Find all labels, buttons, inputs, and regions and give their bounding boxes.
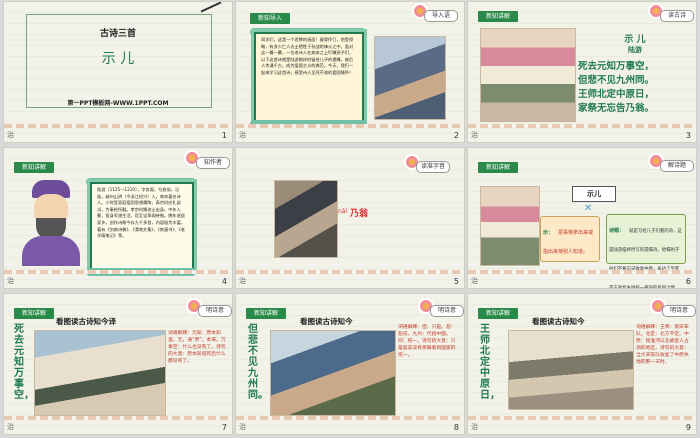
slide-number: 8 xyxy=(453,423,459,432)
explain-label-shi: 示： xyxy=(543,230,554,236)
slide-7-thumbnail[interactable]: 新知讲解 明诗意 看图读古诗知今译 死去元知万事空， 词语解释：元知：原本知道。… xyxy=(4,294,232,434)
word-notes: 词语解释：王师：南宋军队。北定：北方平定。中原：指淮河以北被金人占领的地区。诗句… xyxy=(636,325,689,365)
word-notes: 词语解释：但：只是。悲：悲伤。九州：代指中国。同：统一。诗句的大意：只是悲哀没有… xyxy=(398,325,456,358)
section-tag: 新知导入 xyxy=(250,13,290,24)
crease-border xyxy=(4,416,232,420)
slide-heading: 看图读古诗知今 xyxy=(532,317,585,326)
crease-border xyxy=(236,270,464,274)
slide-6-thumbnail[interactable]: 新知讲解 解诗题 示儿 ✕ 示： 把事物拿出来或指出来使别人知道。 诗题： 就是… xyxy=(468,148,696,288)
section-tag: 新知讲解 xyxy=(478,162,518,173)
section-badge: 解诗题 xyxy=(660,160,694,172)
slide-8-thumbnail[interactable]: 新知讲解 明诗意 看图读古诗知今 但悲不见九州同。 词语解释：但：只是。悲：悲伤… xyxy=(236,294,464,434)
section-badge: 明诗意 xyxy=(662,305,696,317)
section-badge: 读准字音 xyxy=(416,161,450,173)
slide-9-thumbnail[interactable]: 新知讲解 明诗意 看图读古诗知今 王师北定中原日， 词语解释：王师：南宋军队。北… xyxy=(468,294,696,434)
slide-subtitle: 示 儿 xyxy=(101,51,135,67)
slide-heading: 看图读古诗知今译 xyxy=(56,317,116,326)
section-badge: 明诗意 xyxy=(430,305,464,317)
author-bio: 陆游（1125—1210），字务观，号放翁，汉族，越州山阴（今浙江绍兴）人，南宋… xyxy=(97,187,185,239)
poem-title: 示 儿 xyxy=(624,35,646,45)
illustration-old-poet xyxy=(374,36,446,120)
slide-title: 古诗三首 xyxy=(99,29,136,39)
section-tag: 新知讲解 xyxy=(14,308,54,319)
slide-1-thumbnail[interactable]: 古诗三首 示 儿 第一PPT模板网-WWW.1PPT.COM 治 1 xyxy=(4,2,232,142)
explain-box-title: 诗题： 就是写给儿子们看的诗，这是陆游临终时写的遗嘱诗。他嘱咐子孙们不要忘记收复… xyxy=(606,214,686,288)
crease-border xyxy=(468,124,696,128)
text-scroll: 陆游（1125—1210），字务观，号放翁，汉族，越州山阴（今浙江绍兴）人，南宋… xyxy=(90,182,194,270)
crease-border xyxy=(468,270,696,274)
crease-border xyxy=(236,124,464,128)
vertical-poem-line: 但悲不见九州同。 xyxy=(248,324,268,401)
slide-2-thumbnail[interactable]: 新知导入 导入语 同学们，这是一个悲惨的画面！瘦骨伶仃，饱受侵略，有多少仁人志士… xyxy=(236,2,464,142)
poem-line-1: 死去元知万事空， xyxy=(578,61,655,72)
section-tag: 新知讲解 xyxy=(478,308,518,319)
illustration-deathbed xyxy=(274,180,338,258)
slide-corner-label: 治 xyxy=(7,131,14,139)
slide-5-thumbnail[interactable]: 读准字音 nǎi 乃翁 治 5 xyxy=(236,148,464,288)
section-badge: 导入语 xyxy=(424,10,458,22)
section-tag: 新知讲解 xyxy=(478,11,518,22)
pinyin-label: nǎi xyxy=(338,208,348,215)
explain-label-title: 诗题： xyxy=(609,228,625,234)
slide-number: 4 xyxy=(221,277,227,286)
vertical-poem-line: 王师北定中原日， xyxy=(480,324,500,401)
slide-corner-label: 治 xyxy=(471,277,478,285)
illustration-deathbed-scene xyxy=(508,330,634,410)
intro-text: 同学们，这是一个悲惨的画面！瘦骨伶仃，饱受侵略，有多少仁人志士牺牲于抗战的烽火之… xyxy=(261,37,354,75)
slide-4-thumbnail[interactable]: 新知讲解 知作者 陆游（1125—1210），字务观，号放翁，汉族，越州山阴（今… xyxy=(4,148,232,288)
explain-text-title: 就是写给儿子们看的诗，这是陆游临终时写的遗嘱诗。他嘱咐子孙们不要忘记收复中原，表… xyxy=(609,229,682,288)
slide-number: 2 xyxy=(453,131,459,140)
section-badge: 读古诗 xyxy=(660,10,694,22)
slide-number: 3 xyxy=(685,131,691,140)
slide-number: 5 xyxy=(453,277,459,286)
illustration-poet-family xyxy=(480,186,540,266)
illustration-grieving-patriots xyxy=(270,330,396,416)
word-notes: 词语解释：元知：原本知道。元，通“原”。本来。万事空：什么也没有了。诗句的大意：… xyxy=(168,331,226,364)
crease-border xyxy=(4,124,232,128)
explain-box-shi: 示： 把事物拿出来或指出来使别人知道。 xyxy=(540,216,600,262)
slide-heading: 看图读古诗知今 xyxy=(300,317,353,326)
crease-border xyxy=(236,416,464,420)
slide-number: 9 xyxy=(685,423,691,432)
crease-border xyxy=(4,270,232,274)
slide-corner-label: 治 xyxy=(239,131,246,139)
slide-corner-label: 治 xyxy=(471,131,478,139)
slide-corner-label: 治 xyxy=(239,423,246,431)
text-scroll: 同学们，这是一个悲惨的画面！瘦骨伶仃，饱受侵略，有多少仁人志士牺牲于抗战的烽火之… xyxy=(254,32,364,122)
vertical-poem-line: 死去元知万事空， xyxy=(14,324,34,401)
slide-corner-label: 治 xyxy=(7,277,14,285)
vocab-word: 乃翁 xyxy=(350,209,369,219)
slide-corner-label: 治 xyxy=(7,423,14,431)
slide-corner-label: 治 xyxy=(471,423,478,431)
crease-border xyxy=(468,416,696,420)
illustration-sickbed xyxy=(34,330,166,416)
illustration-poet-bedside xyxy=(480,28,576,122)
section-badge: 知作者 xyxy=(196,157,230,169)
slide-3-thumbnail[interactable]: 新知讲解 读古诗 示 儿 陆游 死去元知万事空， 但悲不见九州同。 王师北定中原… xyxy=(468,2,696,142)
poem-line-3: 王师北定中原日， xyxy=(578,89,655,100)
footer-url: 第一PPT模板网-WWW.1PPT.COM xyxy=(67,100,169,107)
poem-title-box: 示儿 xyxy=(572,186,616,202)
poem-line-4: 家祭无忘告乃翁。 xyxy=(578,103,655,114)
slide-corner-label: 治 xyxy=(239,277,246,285)
section-tag: 新知讲解 xyxy=(14,162,54,173)
slide-number: 7 xyxy=(221,423,227,432)
poem-author: 陆游 xyxy=(628,45,642,54)
portrait-lu-you xyxy=(18,180,84,266)
cross-connector-icon: ✕ xyxy=(584,203,593,214)
section-tag: 新知讲解 xyxy=(246,308,286,319)
poem-line-2: 但悲不见九州同。 xyxy=(578,75,655,86)
section-badge: 明诗意 xyxy=(198,305,232,317)
portrait-robe xyxy=(22,236,80,266)
slide-number: 6 xyxy=(685,277,691,286)
slide-number: 1 xyxy=(221,131,227,140)
